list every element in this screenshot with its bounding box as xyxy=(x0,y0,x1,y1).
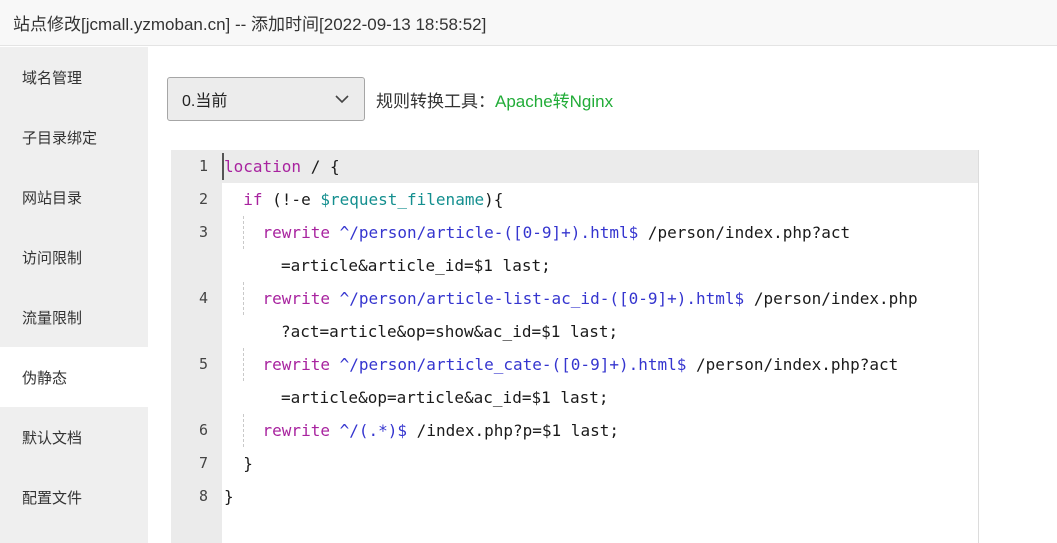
indent-guide xyxy=(243,282,244,315)
line-number xyxy=(171,249,222,282)
chevron-down-icon xyxy=(334,91,350,107)
gutter-filler xyxy=(171,513,222,543)
code-text[interactable]: =article&article_id=$1 last; xyxy=(222,249,978,282)
sidebar-item-site-directory[interactable]: 网站目录 xyxy=(0,167,148,227)
line-number: 5 xyxy=(171,348,222,381)
code-line[interactable]: 1location / { xyxy=(171,150,978,183)
indent-guide xyxy=(243,216,244,249)
code-empty[interactable] xyxy=(222,513,978,543)
line-number: 6 xyxy=(171,414,222,447)
code-text[interactable]: } xyxy=(222,447,978,480)
line-number xyxy=(171,315,222,348)
line-number: 2 xyxy=(171,183,222,216)
code-line-wrap[interactable]: =article&op=article&ac_id=$1 last; xyxy=(171,381,978,414)
window-title: 站点修改[jcmall.yzmoban.cn] -- 添加时间[2022-09-… xyxy=(13,10,486,35)
sidebar-item-subdirectory-binding[interactable]: 子目录绑定 xyxy=(0,107,148,167)
rule-version-select[interactable]: 0.当前 xyxy=(167,77,365,121)
site-edit-window: 站点修改[jcmall.yzmoban.cn] -- 添加时间[2022-09-… xyxy=(0,0,1057,543)
sidebar-item-default-document[interactable]: 默认文档 xyxy=(0,407,148,467)
editor-empty-area[interactable] xyxy=(171,513,978,543)
code-line[interactable]: 3 rewrite ^/person/article-([0-9]+).html… xyxy=(171,216,978,249)
code-line[interactable]: 6 rewrite ^/(.*)$ /index.php?p=$1 last; xyxy=(171,414,978,447)
sidebar-item-access-restriction[interactable]: 访问限制 xyxy=(0,227,148,287)
code-line[interactable]: 2 if (!-e $request_filename){ xyxy=(171,183,978,216)
sidebar-item-label: 默认文档 xyxy=(22,427,82,448)
code-line-wrap[interactable]: =article&article_id=$1 last; xyxy=(171,249,978,282)
rewrite-rules-code-editor[interactable]: 1location / {2 if (!-e $request_filename… xyxy=(171,150,979,543)
code-text[interactable]: rewrite ^/person/article-list-ac_id-([0-… xyxy=(222,282,978,315)
code-line-wrap[interactable]: ?act=article&op=show&ac_id=$1 last; xyxy=(171,315,978,348)
line-number: 3 xyxy=(171,216,222,249)
code-text[interactable]: rewrite ^/(.*)$ /index.php?p=$1 last; xyxy=(222,414,978,447)
indent-guide xyxy=(243,414,244,447)
sidebar-item-pseudo-static[interactable]: 伪静态 xyxy=(0,347,148,407)
code-line[interactable]: 8} xyxy=(171,480,978,513)
line-number: 8 xyxy=(171,480,222,513)
line-number: 4 xyxy=(171,282,222,315)
code-text[interactable]: =article&op=article&ac_id=$1 last; xyxy=(222,381,978,414)
sidebar-item-config-file[interactable]: 配置文件 xyxy=(0,467,148,527)
text-cursor xyxy=(222,153,224,180)
code-line[interactable]: 7 } xyxy=(171,447,978,480)
rule-version-select-value: 0.当前 xyxy=(182,87,227,111)
code-line[interactable]: 4 rewrite ^/person/article-list-ac_id-([… xyxy=(171,282,978,315)
sidebar-item-traffic-limit[interactable]: 流量限制 xyxy=(0,287,148,347)
apache-to-nginx-link[interactable]: Apache转Nginx xyxy=(495,87,613,112)
sidebar-item-label: 子目录绑定 xyxy=(22,127,97,148)
code-text[interactable]: if (!-e $request_filename){ xyxy=(222,183,978,216)
indent-guide xyxy=(243,348,244,381)
sidebar-item-label: 网站目录 xyxy=(22,187,82,208)
line-number: 1 xyxy=(171,150,222,183)
sidebar-item-label: 域名管理 xyxy=(22,67,82,88)
sidebar: 域名管理子目录绑定网站目录访问限制流量限制伪静态默认文档配置文件 xyxy=(0,47,148,543)
sidebar-item-label: 访问限制 xyxy=(22,247,82,268)
sidebar-item-label: 伪静态 xyxy=(22,367,67,388)
sidebar-item-label: 配置文件 xyxy=(22,487,82,508)
code-text[interactable]: location / { xyxy=(222,150,978,183)
window-titlebar: 站点修改[jcmall.yzmoban.cn] -- 添加时间[2022-09-… xyxy=(0,0,1057,46)
code-line[interactable]: 5 rewrite ^/person/article_cate-([0-9]+)… xyxy=(171,348,978,381)
code-text[interactable]: rewrite ^/person/article-([0-9]+).html$ … xyxy=(222,216,978,249)
code-text[interactable]: } xyxy=(222,480,978,513)
sidebar-item-domain-management[interactable]: 域名管理 xyxy=(0,47,148,107)
code-text[interactable]: rewrite ^/person/article_cate-([0-9]+).h… xyxy=(222,348,978,381)
sidebar-item-label: 流量限制 xyxy=(22,307,82,328)
code-text[interactable]: ?act=article&op=show&ac_id=$1 last; xyxy=(222,315,978,348)
line-number: 7 xyxy=(171,447,222,480)
converter-tool-label: 规则转换工具： xyxy=(376,87,495,112)
toolbar: 0.当前 规则转换工具： Apache转Nginx xyxy=(167,77,613,121)
line-number xyxy=(171,381,222,414)
